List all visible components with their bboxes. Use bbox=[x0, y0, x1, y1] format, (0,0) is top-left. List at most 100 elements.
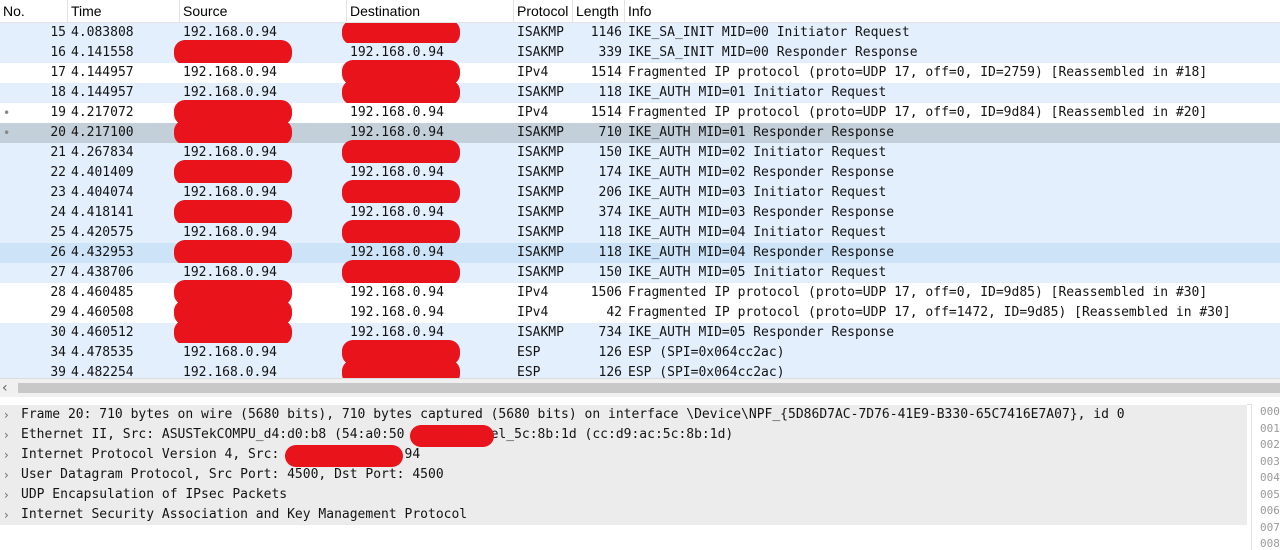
packet-row[interactable]: 16 4.141558 192.168.0.94 ISAKMP 339 IKE_SA_IN… bbox=[0, 40, 1280, 65]
packet-protocol: IPv4 bbox=[517, 305, 549, 320]
redacted-address-mark bbox=[342, 23, 460, 45]
column-header-source[interactable]: Source bbox=[180, 0, 347, 22]
redacted-address-mark bbox=[174, 160, 292, 185]
packet-protocol: ESP bbox=[517, 345, 541, 360]
packet-info: Fragmented IP protocol (proto=UDP 17, of… bbox=[628, 305, 1231, 320]
packet-number: 17 bbox=[50, 65, 66, 80]
scrollbar-thumb[interactable] bbox=[18, 383, 1280, 393]
packet-info: Fragmented IP protocol (proto=UDP 17, of… bbox=[628, 105, 1208, 120]
packet-time: 4.404074 bbox=[71, 185, 134, 200]
packet-time: 4.418141 bbox=[71, 205, 134, 220]
packet-time: 4.460512 bbox=[71, 325, 134, 340]
packet-row[interactable]: 22 4.401409 192.168.0.94 ISAKMP 174 IKE_AUTH … bbox=[0, 160, 1280, 185]
packet-source: 192.168.0.94 bbox=[183, 65, 277, 80]
redacted-address-mark bbox=[174, 40, 292, 65]
packet-row[interactable]: 17 4.144957 192.168.0.94 IPv4 1514 Fragmented… bbox=[0, 60, 1280, 85]
packet-protocol: ISAKMP bbox=[517, 185, 564, 200]
packet-number: 29 bbox=[50, 305, 66, 320]
column-header-info[interactable]: Info bbox=[625, 0, 1280, 22]
packet-length: 42 bbox=[606, 305, 622, 320]
packet-list[interactable]: 15 4.083808 192.168.0.94 ISAKMP 1146 IKE_SA_I… bbox=[0, 23, 1280, 378]
packet-length: 150 bbox=[598, 145, 622, 160]
packet-info: IKE_AUTH MID=03 Responder Response bbox=[628, 205, 895, 220]
packet-length: 734 bbox=[598, 325, 622, 340]
packet-row[interactable]: • 20 4.217100 192.168.0.94 ISAKMP 710 IKE_AUTH… bbox=[0, 120, 1280, 145]
packet-info: IKE_AUTH MID=04 Responder Response bbox=[628, 245, 895, 260]
packet-protocol: ISAKMP bbox=[517, 165, 564, 180]
packet-length: 206 bbox=[598, 185, 622, 200]
packet-protocol: ISAKMP bbox=[517, 265, 564, 280]
packet-time: 4.144957 bbox=[71, 85, 134, 100]
detail-text: UDP Encapsulation of IPsec Packets bbox=[21, 487, 288, 502]
packet-row[interactable]: 34 4.478535 192.168.0.94 ESP 126 ESP (SPI=0x0… bbox=[0, 340, 1280, 365]
packet-protocol: ESP bbox=[517, 365, 541, 378]
chevron-right-icon[interactable]: › bbox=[4, 445, 9, 465]
packet-time: 4.478535 bbox=[71, 345, 134, 360]
packet-length: 339 bbox=[598, 45, 622, 60]
packet-length: 150 bbox=[598, 265, 622, 280]
hex-offset: 003 bbox=[1260, 454, 1280, 468]
packet-row[interactable]: 39 4.482254 192.168.0.94 ESP 126 ESP (SPI=0x0… bbox=[0, 360, 1280, 378]
packet-row[interactable]: 30 4.460512 192.168.0.94 ISAKMP 734 IKE_AUTH … bbox=[0, 320, 1280, 345]
packet-info: IKE_SA_INIT MID=00 Initiator Request bbox=[628, 25, 910, 40]
column-header-protocol[interactable]: Protocol bbox=[514, 0, 573, 22]
packet-protocol: ISAKMP bbox=[517, 145, 564, 160]
detail-tree-item[interactable]: › Internet Protocol Version 4, Src: Dst: … bbox=[0, 445, 1247, 465]
packet-length: 118 bbox=[598, 225, 622, 240]
packet-time: 4.083808 bbox=[71, 25, 134, 40]
packet-number: 39 bbox=[50, 365, 66, 378]
packet-details-pane[interactable]: › Frame 20: 710 bytes on wire (5680 bits)… bbox=[0, 404, 1247, 550]
packet-protocol: ISAKMP bbox=[517, 225, 564, 240]
redacted-address-mark bbox=[285, 445, 403, 467]
packet-info: IKE_AUTH MID=02 Responder Response bbox=[628, 165, 895, 180]
redacted-address-mark bbox=[342, 180, 460, 205]
packet-length: 118 bbox=[598, 245, 622, 260]
redacted-address-mark bbox=[342, 360, 460, 378]
detail-tree-item[interactable]: › Internet Security Association and Key M… bbox=[0, 505, 1247, 525]
packet-info: IKE_AUTH MID=04 Initiator Request bbox=[628, 225, 887, 240]
packet-time: 4.141558 bbox=[71, 45, 134, 60]
hex-offset: 001 bbox=[1260, 421, 1280, 435]
packet-length: 1514 bbox=[590, 65, 622, 80]
packet-destination: 192.168.0.94 bbox=[350, 285, 444, 300]
packet-source: 192.168.0.94 bbox=[183, 365, 277, 378]
detail-tree-item[interactable]: › UDP Encapsulation of IPsec Packets bbox=[0, 485, 1247, 505]
scroll-left-arrow-icon[interactable]: ‹ bbox=[2, 379, 8, 397]
column-header-no[interactable]: No. bbox=[0, 0, 68, 22]
detail-tree-item[interactable]: › User Datagram Protocol, Src Port: 4500,… bbox=[0, 465, 1247, 485]
packet-row[interactable]: 24 4.418141 192.168.0.94 ISAKMP 374 IKE_AUTH … bbox=[0, 200, 1280, 225]
packet-number: 25 bbox=[50, 225, 66, 240]
chevron-right-icon[interactable]: › bbox=[4, 465, 9, 485]
packet-length: 1514 bbox=[590, 105, 622, 120]
packet-number: 16 bbox=[50, 45, 66, 60]
chevron-right-icon[interactable]: › bbox=[4, 485, 9, 505]
packet-number: 18 bbox=[50, 85, 66, 100]
column-header-time[interactable]: Time bbox=[68, 0, 180, 22]
chevron-right-icon[interactable]: › bbox=[4, 425, 9, 445]
packet-number: 26 bbox=[50, 245, 66, 260]
chevron-right-icon[interactable]: › bbox=[4, 505, 9, 525]
packet-number: 24 bbox=[50, 205, 66, 220]
chevron-right-icon[interactable]: › bbox=[4, 405, 9, 425]
detail-text: User Datagram Protocol, Src Port: 4500, … bbox=[21, 467, 444, 482]
packet-info: Fragmented IP protocol (proto=UDP 17, of… bbox=[628, 65, 1208, 80]
redacted-address-mark bbox=[342, 140, 460, 165]
detail-tree-item[interactable]: › Ethernet II, Src: ASUSTekCOMPU_d4:d0:b8… bbox=[0, 425, 1247, 445]
packet-protocol: ISAKMP bbox=[517, 125, 564, 140]
packet-protocol: ISAKMP bbox=[517, 325, 564, 340]
packet-list-horizontal-scrollbar[interactable]: ‹ bbox=[0, 378, 1280, 397]
column-header-length[interactable]: Length bbox=[573, 0, 625, 22]
packet-time: 4.438706 bbox=[71, 265, 134, 280]
packet-time: 4.460485 bbox=[71, 285, 134, 300]
packet-protocol: IPv4 bbox=[517, 65, 549, 80]
detail-text: Internet Security Association and Key Ma… bbox=[21, 507, 468, 522]
packet-info: IKE_SA_INIT MID=00 Responder Response bbox=[628, 45, 918, 60]
packet-info: Fragmented IP protocol (proto=UDP 17, of… bbox=[628, 285, 1208, 300]
packet-time: 4.144957 bbox=[71, 65, 134, 80]
packet-length: 1146 bbox=[590, 25, 622, 40]
redacted-address-mark bbox=[174, 320, 292, 345]
column-header-destination[interactable]: Destination bbox=[347, 0, 514, 22]
detail-tree-item[interactable]: › Frame 20: 710 bytes on wire (5680 bits)… bbox=[0, 405, 1247, 425]
packet-row[interactable]: 26 4.432953 192.168.0.94 ISAKMP 118 IKE_AUTH … bbox=[0, 240, 1280, 265]
packet-bytes-pane[interactable]: 000 001 002 003 004 005 006 007 008 bbox=[1251, 404, 1280, 550]
